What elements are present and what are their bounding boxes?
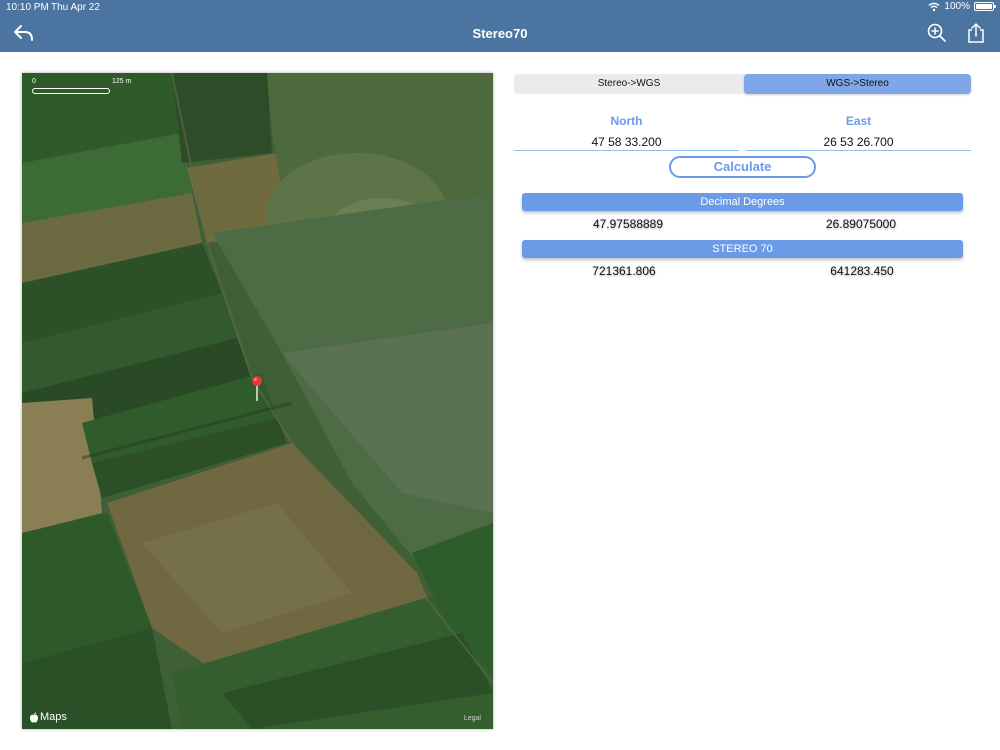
north-input[interactable] [514, 133, 739, 151]
maps-logo-text: Maps [40, 711, 67, 723]
segment-wgs-to-stereo[interactable]: WGS->Stereo [744, 74, 971, 94]
scale-bar [32, 88, 110, 94]
scale-start-label: 0 [32, 78, 36, 85]
apple-icon [30, 712, 38, 723]
satellite-map[interactable]: 0 125 m Maps Legal [22, 73, 493, 729]
share-button[interactable] [965, 22, 989, 44]
page-title: Stereo70 [472, 26, 528, 41]
legal-link[interactable]: Legal [464, 715, 481, 722]
scale-distance-label: 125 m [112, 78, 132, 85]
decimal-degrees-header: Decimal Degrees [522, 193, 963, 211]
battery-percent: 100% [944, 1, 970, 12]
navigation-bar: 10:10 PM Thu Apr 22 100% Stereo70 [0, 0, 1000, 52]
map-imagery [22, 73, 493, 729]
stereo70-header: STEREO 70 [522, 240, 963, 258]
wifi-icon [928, 2, 940, 11]
north-label: North [610, 114, 643, 128]
status-date: Thu Apr 22 [51, 2, 100, 13]
stereo-north-value: 721361.806 [592, 264, 656, 278]
share-icon [968, 22, 984, 43]
apple-maps-logo: Maps [29, 711, 67, 723]
status-time: 10:10 PM [6, 2, 49, 13]
battery-icon [974, 2, 996, 11]
zoom-in-icon [927, 23, 946, 42]
stereo-east-value: 641283.450 [830, 264, 894, 278]
decimal-north-value: 47.97588889 [592, 217, 664, 231]
zoom-in-button[interactable] [926, 22, 950, 44]
status-indicators: 100% [928, 1, 996, 12]
map-pin-icon[interactable] [251, 375, 263, 401]
east-input[interactable] [746, 133, 971, 151]
segment-stereo-to-wgs[interactable]: Stereo->WGS [514, 74, 744, 94]
decimal-east-value: 26.89075000 [825, 217, 897, 231]
calculate-button[interactable]: Calculate [669, 156, 816, 178]
conversion-mode-segmented-control[interactable]: Stereo->WGS WGS->Stereo [514, 74, 971, 94]
east-label: East [845, 114, 872, 128]
